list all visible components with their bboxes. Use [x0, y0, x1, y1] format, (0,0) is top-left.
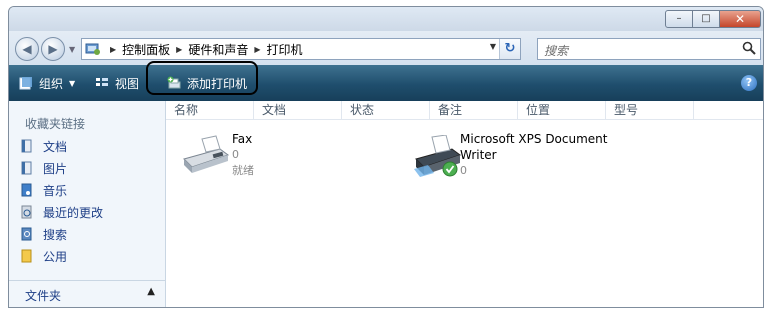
explorer-window: – □ ✕ ◀ ▶ ▼ ▶ 控制面板 ▶ 硬件和声音 ▶ 打印机 ▼ ↻ 搜索 … [8, 6, 764, 308]
sidebar-item-public[interactable]: 公用 [21, 245, 103, 267]
search-folder-icon [21, 227, 32, 241]
refresh-icon: ↻ [504, 41, 516, 56]
search-input[interactable]: 搜索 [537, 38, 761, 60]
column-headers: 名称 文档 状态 备注 位置 型号 [166, 101, 763, 120]
column-header-model[interactable]: 型号 [606, 101, 694, 119]
column-header-documents[interactable]: 文档 [254, 101, 342, 119]
organize-dropdown-icon: ▼ [69, 78, 76, 88]
chevron-up-icon: ▲ [147, 286, 155, 297]
printer-documents: 0 [460, 164, 467, 177]
forward-button[interactable]: ▶ [41, 37, 65, 61]
pictures-icon [21, 161, 32, 175]
sidebar-item-recent-changes[interactable]: 最近的更改 [21, 201, 103, 223]
sidebar-item-music[interactable]: 音乐 [21, 179, 103, 201]
views-icon [96, 78, 108, 86]
add-printer-highlight [146, 61, 258, 95]
column-header-location[interactable]: 位置 [518, 101, 606, 119]
file-list-pane: 名称 文档 状态 备注 位置 型号 Fax 0 就绪 Microsoft XPS… [166, 101, 763, 307]
printer-name-line2: Writer [460, 148, 497, 162]
window-controls: – □ ✕ [665, 10, 761, 28]
forward-arrow-icon: ▶ [48, 42, 58, 56]
breadcrumb: ▶ 控制面板 ▶ 硬件和声音 ▶ 打印机 [110, 41, 303, 58]
column-header-status[interactable]: 状态 [342, 101, 430, 119]
navigation-pane: 收藏夹链接 文档 图片 音乐 最近的更改 搜索 公用 文件夹 ▲ [9, 101, 166, 307]
printer-item-xps-writer[interactable]: Microsoft XPS Document Writer 0 [408, 131, 618, 191]
breadcrumb-control-panel[interactable]: 控制面板 [122, 41, 170, 58]
organize-icon [19, 77, 32, 90]
xps-printer-icon [414, 135, 462, 177]
favorite-links-heading: 收藏夹链接 [25, 117, 86, 131]
printer-name-line1: Microsoft XPS Document [460, 132, 608, 146]
sidebar-item-documents[interactable]: 文档 [21, 135, 103, 157]
close-button[interactable]: ✕ [720, 10, 761, 28]
refresh-button[interactable]: ↻ [499, 39, 520, 59]
breadcrumb-hardware-sound[interactable]: 硬件和声音 [188, 41, 248, 58]
command-toolbar: 组织 ▼ 视图 添加打印机 ? [9, 65, 763, 101]
music-icon [21, 183, 32, 197]
printer-status: 就绪 [232, 164, 254, 177]
search-placeholder: 搜索 [544, 44, 569, 58]
sidebar-item-search[interactable]: 搜索 [21, 223, 103, 245]
address-row: ◀ ▶ ▼ ▶ 控制面板 ▶ 硬件和声音 ▶ 打印机 ▼ ↻ 搜索 [9, 31, 763, 65]
documents-icon [21, 139, 32, 153]
column-header-name[interactable]: 名称 [166, 101, 254, 119]
sidebar-item-pictures[interactable]: 图片 [21, 157, 103, 179]
folders-label: 文件夹 [25, 289, 62, 303]
views-button[interactable]: 视图 [95, 65, 139, 101]
organize-button[interactable]: 组织 ▼ [19, 65, 75, 101]
fax-printer-icon [183, 135, 230, 173]
printer-name: Fax [232, 132, 253, 146]
maximize-button[interactable]: □ [693, 10, 720, 28]
help-button[interactable]: ? [741, 75, 757, 91]
public-folder-icon [21, 249, 32, 263]
address-bar[interactable]: ▶ 控制面板 ▶ 硬件和声音 ▶ 打印机 ▼ ↻ [81, 38, 521, 60]
back-button[interactable]: ◀ [15, 37, 39, 61]
printer-documents: 0 [232, 148, 239, 161]
back-arrow-icon: ◀ [22, 42, 32, 56]
column-header-comments[interactable]: 备注 [430, 101, 518, 119]
recent-changes-icon [21, 205, 32, 219]
search-icon[interactable] [742, 41, 756, 55]
favorite-links-list: 文档 图片 音乐 最近的更改 搜索 公用 [21, 135, 103, 267]
minimize-button[interactable]: – [665, 10, 693, 28]
folders-bar[interactable]: 文件夹 ▲ [9, 280, 165, 307]
printer-item-fax[interactable]: Fax 0 就绪 [172, 131, 352, 191]
recent-pages-dropdown-icon[interactable]: ▼ [69, 45, 75, 54]
title-bar: – □ ✕ [9, 7, 763, 31]
address-dropdown-icon[interactable]: ▼ [490, 42, 496, 51]
breadcrumb-printers[interactable]: 打印机 [267, 41, 303, 58]
control-panel-icon [85, 43, 100, 55]
